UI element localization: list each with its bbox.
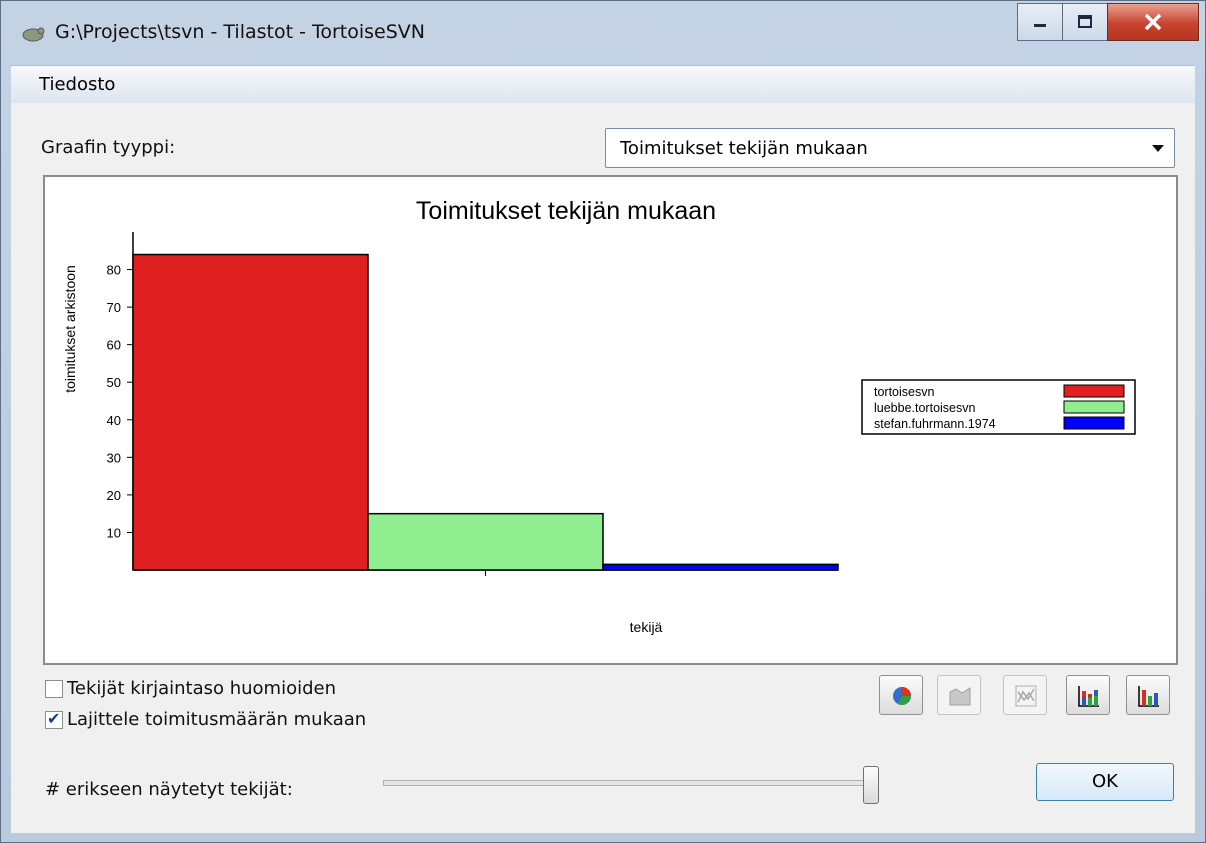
authors-slider-track[interactable] bbox=[383, 780, 875, 786]
y-axis-label: toimitukset arkistoon bbox=[62, 265, 78, 393]
checkmark-icon: ✔ bbox=[47, 709, 61, 728]
minimize-button[interactable] bbox=[1017, 3, 1063, 41]
graph-type-label: Graafin tyyppi: bbox=[41, 137, 176, 158]
statistics-window: G:\Projects\tsvn - Tilastot - TortoiseSV… bbox=[0, 0, 1206, 843]
dialog-body: Graafin tyyppi: Toimitukset tekijän muka… bbox=[11, 103, 1195, 833]
menu-file[interactable]: Tiedosto bbox=[39, 74, 115, 95]
tortoise-app-icon bbox=[22, 27, 45, 42]
stacked-bar-icon bbox=[1078, 686, 1099, 707]
sort-by-commits-checkbox[interactable]: ✔ bbox=[45, 709, 63, 729]
y-tick-label: 20 bbox=[107, 488, 121, 503]
line-chart-button[interactable] bbox=[1003, 675, 1047, 715]
graph-type-selected: Toimitukset tekijän mukaan bbox=[620, 138, 868, 159]
legend-swatch bbox=[1063, 384, 1125, 398]
y-tick-label: 70 bbox=[107, 300, 121, 315]
area-chart-icon bbox=[949, 687, 971, 706]
maximize-icon bbox=[1078, 15, 1092, 28]
y-tick-label: 80 bbox=[107, 263, 121, 278]
case-sensitive-checkbox[interactable] bbox=[45, 680, 63, 698]
window-title: G:\Projects\tsvn - Tilastot - TortoiseSV… bbox=[55, 21, 426, 43]
legend-swatch bbox=[1063, 416, 1125, 430]
y-tick-label: 40 bbox=[107, 413, 121, 428]
pie-chart-icon bbox=[893, 687, 911, 705]
menu-bar: Tiedosto bbox=[11, 65, 1195, 104]
ok-button[interactable]: OK bbox=[1036, 763, 1174, 801]
authors-slider-label: # erikseen näytetyt tekijät: bbox=[45, 779, 293, 800]
close-button[interactable] bbox=[1107, 3, 1199, 41]
case-sensitive-label: Tekijät kirjaintaso huomioiden bbox=[67, 678, 336, 699]
y-tick-label: 50 bbox=[107, 375, 121, 390]
chevron-down-icon bbox=[1152, 145, 1164, 152]
legend-label: stefan.fuhrmann.1974 bbox=[874, 417, 996, 431]
stacked-bar-button[interactable] bbox=[1066, 675, 1110, 715]
y-tick-label: 60 bbox=[107, 338, 121, 353]
legend-label: luebbe.tortoisesvn bbox=[874, 401, 976, 415]
line-chart-icon bbox=[1015, 685, 1037, 707]
bar-chart-icon bbox=[1138, 686, 1159, 707]
maximize-button[interactable] bbox=[1062, 3, 1108, 41]
sort-by-commits-label: Lajittele toimitusmäärän mukaan bbox=[67, 709, 367, 730]
bar-chart: Toimitukset tekijän mukaan toimitukset a… bbox=[62, 197, 1136, 635]
y-tick-label: 30 bbox=[107, 450, 121, 465]
authors-slider-thumb[interactable] bbox=[863, 766, 879, 804]
area-chart-button[interactable] bbox=[937, 675, 981, 715]
minimize-icon bbox=[1034, 24, 1046, 27]
x-axis-label: tekijä bbox=[630, 619, 663, 635]
bar-luebbe.tortoisesvn bbox=[367, 512, 604, 571]
y-tick-label: 10 bbox=[107, 525, 121, 540]
pie-chart-button[interactable] bbox=[879, 675, 923, 715]
bar-tortoisesvn bbox=[132, 253, 369, 571]
title-bar[interactable]: G:\Projects\tsvn - Tilastot - TortoiseSV… bbox=[1, 1, 1205, 65]
chart-area: Toimitukset tekijän mukaan toimitukset a… bbox=[43, 175, 1178, 665]
legend-swatch bbox=[1063, 400, 1125, 414]
close-icon bbox=[1144, 13, 1162, 31]
bar-chart-button[interactable] bbox=[1126, 675, 1170, 715]
legend-label: tortoisesvn bbox=[874, 385, 934, 399]
chart-title: Toimitukset tekijän mukaan bbox=[416, 197, 716, 225]
graph-type-dropdown[interactable]: Toimitukset tekijän mukaan bbox=[605, 128, 1175, 168]
bar-stefan.fuhrmann.1974 bbox=[602, 563, 839, 571]
